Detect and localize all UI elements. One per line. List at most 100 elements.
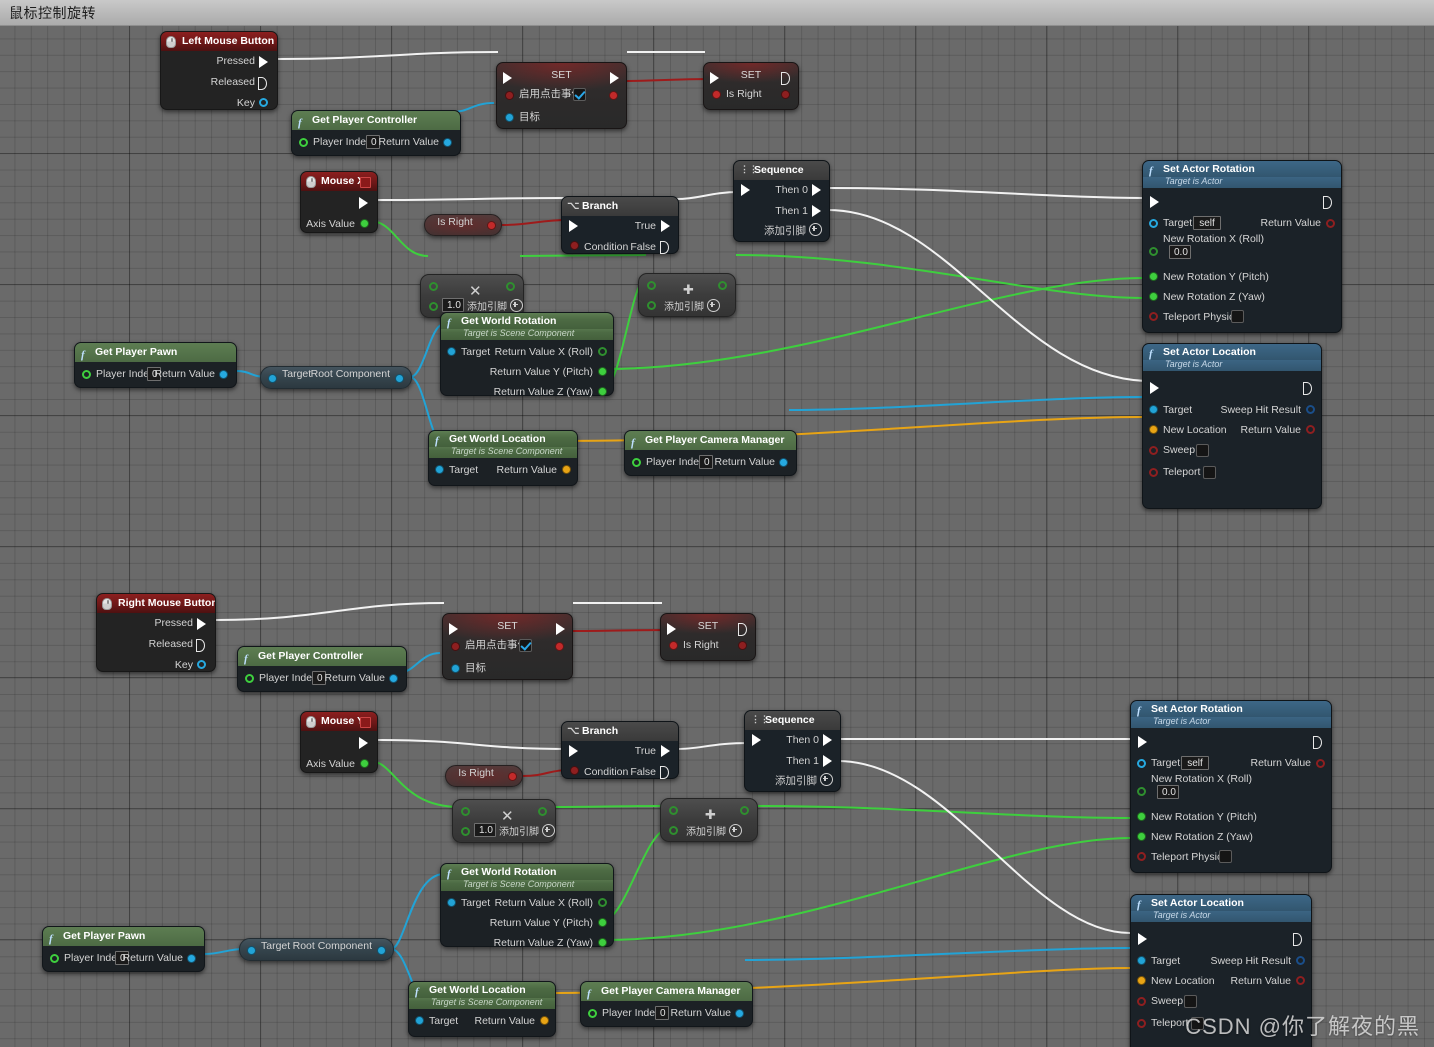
data-pin-condition[interactable] — [570, 766, 579, 775]
exec-pin-in[interactable] — [741, 184, 750, 196]
node-get-player-controller-top[interactable]: f Get Player Controller Player Index 0 R… — [291, 110, 461, 156]
exec-pin-out[interactable] — [1313, 736, 1322, 749]
exec-pin-in[interactable] — [449, 623, 458, 635]
data-pin-target[interactable] — [247, 946, 256, 955]
teleport-checkbox[interactable] — [1203, 466, 1216, 479]
data-pin-return-x[interactable] — [598, 898, 607, 907]
data-pin-return-value[interactable] — [219, 370, 228, 379]
exec-pin-out[interactable] — [610, 72, 619, 84]
data-pin-target[interactable] — [435, 465, 444, 474]
data-pin-player-index[interactable] — [245, 674, 254, 683]
new-rotation-x-value[interactable]: 0.0 — [1157, 785, 1179, 799]
data-pin-b[interactable] — [669, 826, 678, 835]
data-pin-return-value[interactable] — [443, 138, 452, 147]
node-variable-is-right-top[interactable]: Is Right — [424, 214, 502, 236]
exec-pin-out[interactable] — [1303, 382, 1312, 395]
node-right-mouse-button[interactable]: Right Mouse Button Pressed Released Key — [96, 593, 216, 672]
exec-pin-pressed[interactable] — [259, 56, 268, 68]
data-pin-b[interactable] — [461, 827, 470, 836]
exec-pin-then1[interactable] — [812, 205, 821, 217]
exec-pin-in[interactable] — [752, 734, 761, 746]
data-pin-return-value[interactable] — [187, 954, 196, 963]
node-set-is-right-top[interactable]: SET Is Right — [703, 62, 799, 110]
data-pin-b[interactable] — [647, 301, 656, 310]
exec-pin-in[interactable] — [569, 220, 578, 232]
node-get-player-camera-manager-bottom[interactable]: f Get Player Camera Manager Player Index… — [580, 981, 753, 1027]
multiplier-value[interactable]: 1.0 — [442, 298, 464, 312]
blueprint-graph-canvas[interactable]: Left Mouse Button Pressed Released Key f… — [0, 26, 1434, 1047]
data-pin-root-component[interactable] — [395, 374, 404, 383]
data-pin-a[interactable] — [429, 282, 438, 291]
node-mouse-x[interactable]: Mouse X Axis Value — [300, 171, 378, 233]
data-pin-teleport[interactable] — [1149, 468, 1158, 477]
data-pin-return-value[interactable] — [1316, 759, 1325, 768]
node-get-world-location-top[interactable]: f Get World Location Target is Scene Com… — [428, 430, 578, 486]
data-pin-target[interactable] — [1137, 956, 1146, 965]
data-pin-new-rotation-x[interactable] — [1149, 247, 1158, 256]
teleport-physics-checkbox[interactable] — [1231, 310, 1244, 323]
data-pin-out[interactable] — [487, 221, 496, 230]
data-pin-result[interactable] — [740, 806, 749, 815]
data-pin-return-value[interactable] — [779, 458, 788, 467]
exec-pin-in[interactable] — [569, 745, 578, 757]
new-rotation-x-value[interactable]: 0.0 — [1169, 245, 1191, 259]
data-pin-out-bool[interactable] — [781, 90, 790, 99]
data-pin-teleport-physics[interactable] — [1149, 312, 1158, 321]
data-pin-result[interactable] — [506, 282, 515, 291]
data-pin-target[interactable] — [447, 347, 456, 356]
data-pin-sweep[interactable] — [1149, 446, 1158, 455]
node-set-enable-click-events-top[interactable]: SET 启用点击事件 目标 — [496, 62, 627, 129]
data-pin-target[interactable] — [447, 898, 456, 907]
exec-pin-in[interactable] — [667, 623, 676, 635]
multiplier-value[interactable]: 1.0 — [474, 823, 496, 837]
exec-pin-in[interactable] — [1138, 933, 1147, 945]
node-variable-is-right-bottom[interactable]: Is Right — [445, 765, 523, 787]
exec-pin-then0[interactable] — [812, 184, 821, 196]
node-mouse-y[interactable]: Mouse Y Axis Value — [300, 711, 378, 773]
data-pin-player-index[interactable] — [299, 138, 308, 147]
data-pin-axis-value[interactable] — [360, 759, 369, 768]
data-pin-return-value[interactable] — [562, 465, 571, 474]
data-pin-target[interactable] — [1137, 759, 1146, 768]
exec-pin-out[interactable] — [1323, 196, 1332, 209]
data-pin-new-rotation-z[interactable] — [1149, 292, 1158, 301]
exec-pin-in[interactable] — [1150, 196, 1159, 208]
data-pin-new-rotation-y[interactable] — [1137, 812, 1146, 821]
data-pin-return-value[interactable] — [1296, 976, 1305, 985]
node-get-world-location-bottom[interactable]: f Get World Location Target is Scene Com… — [408, 981, 556, 1037]
data-pin-is-right[interactable] — [712, 90, 721, 99]
add-pin-button[interactable]: 添加引脚 — [499, 822, 555, 838]
data-pin-target[interactable] — [505, 113, 514, 122]
data-pin-target[interactable] — [268, 374, 277, 383]
node-set-is-right-bottom[interactable]: SET Is Right — [660, 613, 756, 661]
data-pin-root-component[interactable] — [377, 946, 386, 955]
enable-click-events-checkbox[interactable] — [519, 639, 532, 652]
node-get-root-component-top[interactable]: Target Root Component — [260, 366, 412, 389]
data-pin-return-value[interactable] — [389, 674, 398, 683]
data-pin-result[interactable] — [538, 807, 547, 816]
exec-pin-in[interactable] — [1138, 736, 1147, 748]
node-add-bottom[interactable]: ✚ 添加引脚 — [660, 798, 758, 842]
data-pin-out-bool[interactable] — [555, 642, 564, 651]
data-pin-b[interactable] — [429, 302, 438, 311]
target-value[interactable]: self — [1181, 756, 1209, 770]
exec-pin-out[interactable] — [359, 197, 368, 209]
data-pin-is-right[interactable] — [669, 641, 678, 650]
data-pin-key[interactable] — [197, 660, 206, 669]
data-pin-target[interactable] — [451, 664, 460, 673]
data-pin-return-value[interactable] — [735, 1009, 744, 1018]
data-pin-return-value[interactable] — [1326, 219, 1335, 228]
data-pin-return-x[interactable] — [598, 347, 607, 356]
exec-pin-pressed[interactable] — [197, 618, 206, 630]
node-get-player-controller-bottom[interactable]: f Get Player Controller Player Index 0 R… — [237, 646, 407, 692]
node-get-player-camera-manager-top[interactable]: f Get Player Camera Manager Player Index… — [624, 430, 797, 476]
node-set-actor-location-top[interactable]: f Set Actor Location Target is Actor Tar… — [1142, 343, 1322, 509]
data-pin-target[interactable] — [1149, 219, 1158, 228]
data-pin-out-bool[interactable] — [738, 641, 747, 650]
exec-pin-false[interactable] — [660, 241, 669, 254]
data-pin-out-bool[interactable] — [609, 91, 618, 100]
exec-pin-released[interactable] — [196, 639, 205, 652]
node-set-enable-click-events-bottom[interactable]: SET 启用点击事件 目标 — [442, 613, 573, 680]
node-get-world-rotation-top[interactable]: f Get World Rotation Target is Scene Com… — [440, 312, 614, 398]
data-pin-teleport[interactable] — [1137, 1019, 1146, 1028]
